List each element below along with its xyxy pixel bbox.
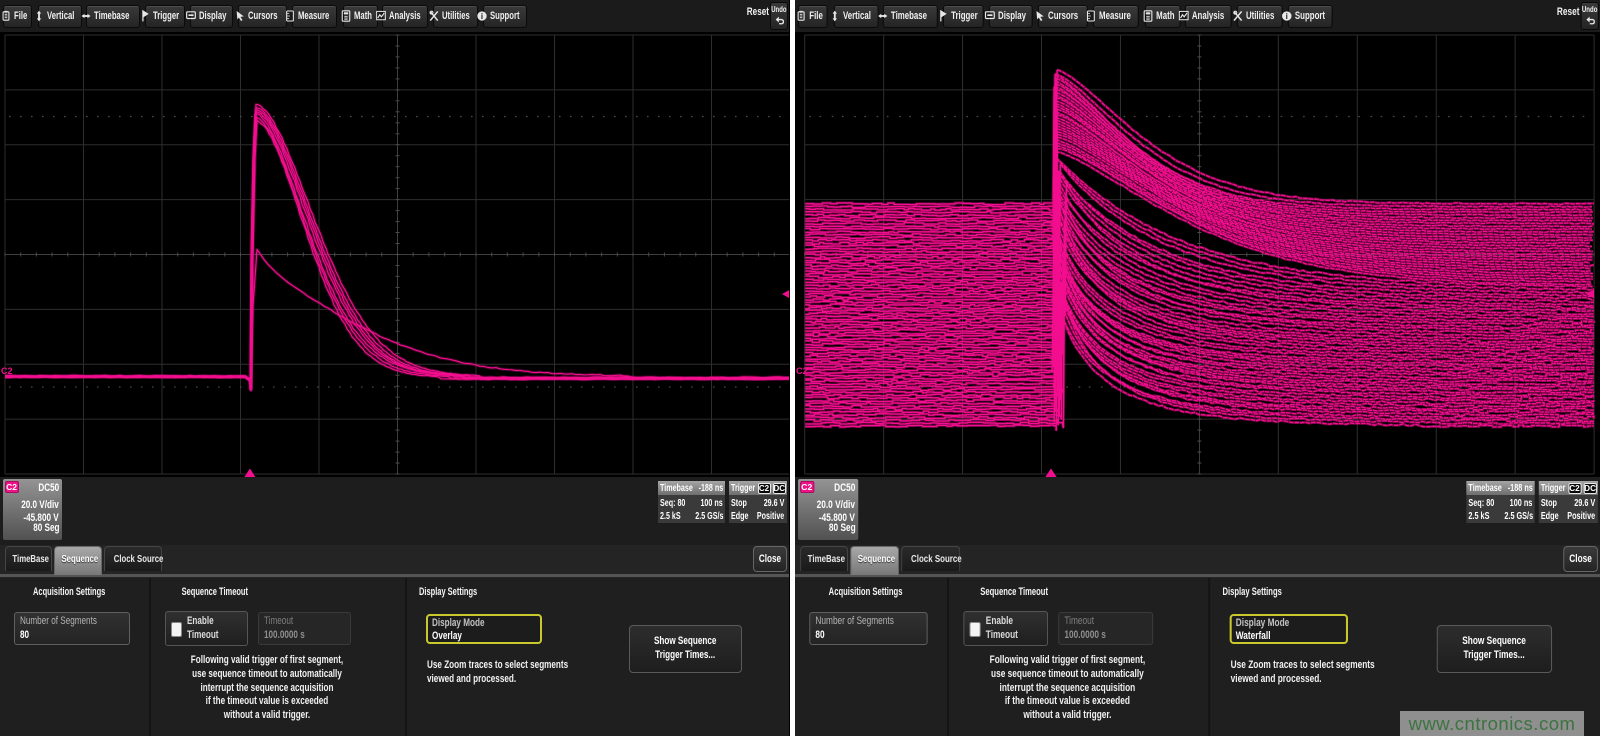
svg-text:i: i xyxy=(1286,12,1288,21)
svg-text:C2: C2 xyxy=(796,366,808,376)
svg-text:C2: C2 xyxy=(1,366,13,376)
svg-text:i: i xyxy=(481,12,483,21)
